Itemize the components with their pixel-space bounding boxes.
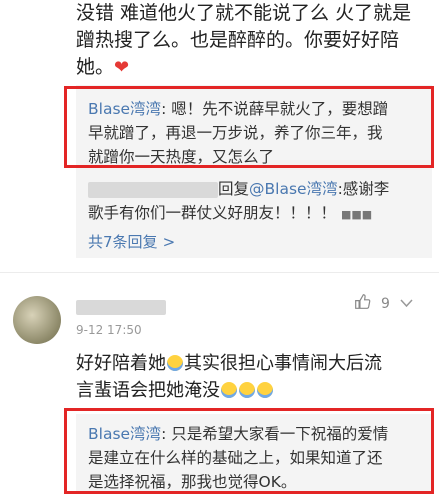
highlight-box-1 [64,86,434,168]
comment-1-line-2: 蹭热搜了么。也是醉醉的。你要好好陪 [76,29,400,51]
heart-icon: ❤ [114,57,130,78]
comment-1-line-3: 她。❤ [76,54,431,81]
avatar[interactable] [13,296,61,344]
comment-2-line-1: 好好陪着她 其实很担心事情闹大后流 [76,350,431,377]
emoji-icon [167,355,183,371]
reply-2[interactable]: 回复@Blase湾湾:感谢李 歌手有你们一群仗义好朋友！！！！ ■■■ [76,171,432,231]
comment-2-line-2: 言蜚语会把她淹没 [76,377,431,404]
emoji-icon [221,382,237,398]
thumbs-up-icon[interactable] [354,293,371,314]
reply-2-mention[interactable]: @Blase湾湾 [249,180,338,198]
highlight-box-2 [64,408,434,494]
like-count: 9 [381,295,390,312]
divider [0,272,439,273]
reply-2-line-1: :感谢李 [337,180,390,198]
comment-1-line-1: 没错 难道他火了就不能说了么 火了就是 [76,2,412,24]
blurred-username [88,181,218,198]
more-replies-link[interactable]: 共7条回复 > [88,231,175,252]
like-action[interactable]: 9 [354,293,413,314]
blurred-username-2[interactable] [76,300,166,315]
comment-1-text: 没错 难道他火了就不能说了么 火了就是 蹭热搜了么。也是醉醉的。你要好好陪 她。… [76,0,431,81]
reply-2-line-2: 歌手有你们一群仗义好朋友！！！！ [88,204,337,222]
comment-1-line-3-text: 她。 [76,56,115,78]
emoji-icon [239,382,255,398]
reply-2-tail: ■■■ [340,208,373,221]
reply-2-prefix: 回复 [218,180,250,198]
comment-2-text: 好好陪着她 其实很担心事情闹大后流 言蜚语会把她淹没 [76,350,431,404]
emoji-icon [257,382,273,398]
comment-2-line-1b: 其实很担心事情闹大后流 [184,353,382,374]
chevron-down-icon[interactable] [400,296,413,312]
comment-2-line-2a: 言蜚语会把她淹没 [76,380,220,401]
comment-2-time: 9-12 17:50 [76,323,142,337]
comment-2-line-1a: 好好陪着她 [76,353,166,374]
more-replies-label: 共7条回复 [88,233,158,251]
chevron-right-icon: > [162,233,176,251]
